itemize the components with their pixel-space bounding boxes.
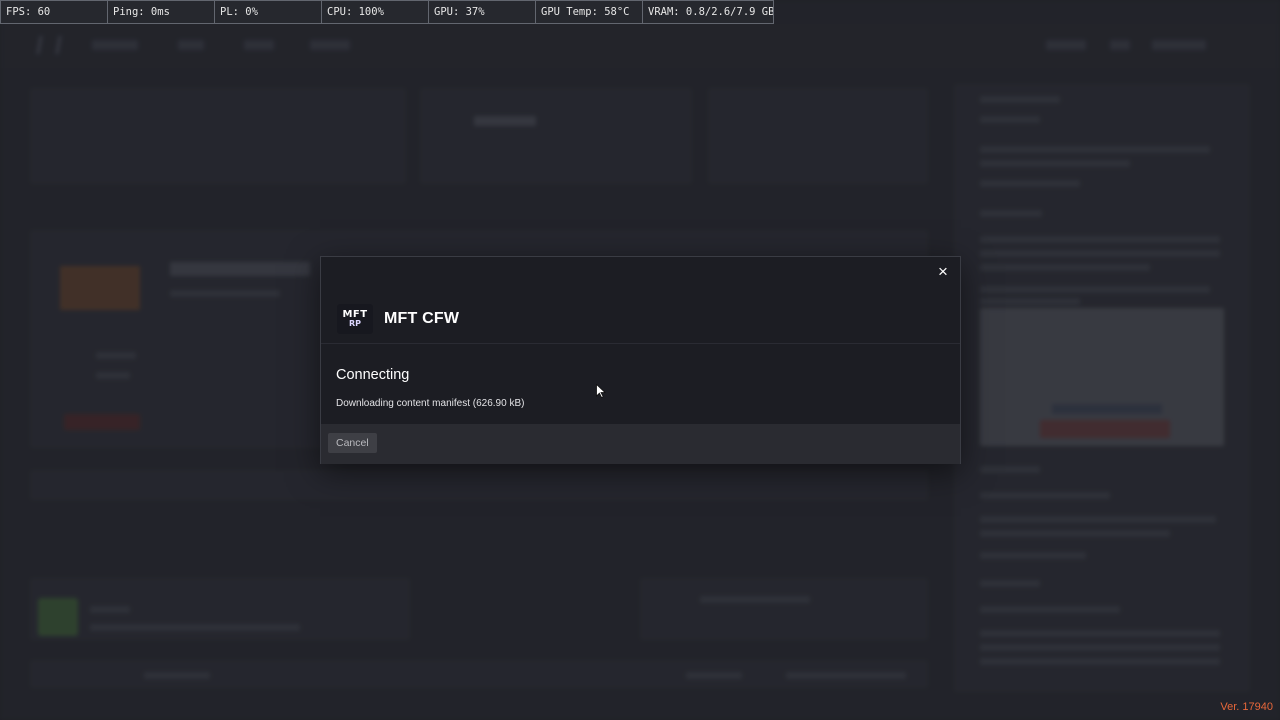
stat-packet-loss: PL: 0% — [215, 1, 322, 23]
close-icon[interactable]: × — [934, 263, 952, 281]
stat-fps: FPS: 60 — [1, 1, 108, 23]
status-detail: Downloading content manifest (626.90 kB) — [336, 398, 525, 409]
performance-overlay: FPS: 60 Ping: 0ms PL: 0% CPU: 100% GPU: … — [0, 0, 774, 24]
version-label: Ver. 17940 — [1220, 701, 1273, 713]
server-header: MFT RP MFT CFW — [337, 303, 459, 335]
server-logo-text: MFT — [342, 309, 368, 320]
stat-gpu: GPU: 37% — [429, 1, 536, 23]
stat-gpu-temp: GPU Temp: 58°C — [536, 1, 643, 23]
dialog-footer: Cancel — [321, 424, 960, 464]
server-logo: MFT RP — [337, 304, 373, 334]
server-name: MFT CFW — [384, 310, 460, 327]
stat-vram: VRAM: 0.8/2.6/7.9 GB — [648, 6, 773, 18]
divider — [321, 343, 960, 344]
cancel-button[interactable]: Cancel — [328, 433, 377, 453]
status-title: Connecting — [336, 367, 410, 383]
mouse-cursor-icon — [596, 384, 606, 398]
stat-cpu: CPU: 100% — [322, 1, 429, 23]
connecting-dialog: × MFT RP MFT CFW Connecting Downloading … — [320, 256, 961, 464]
stat-ping: Ping: 0ms — [108, 1, 215, 23]
server-logo-text: RP — [348, 319, 362, 328]
